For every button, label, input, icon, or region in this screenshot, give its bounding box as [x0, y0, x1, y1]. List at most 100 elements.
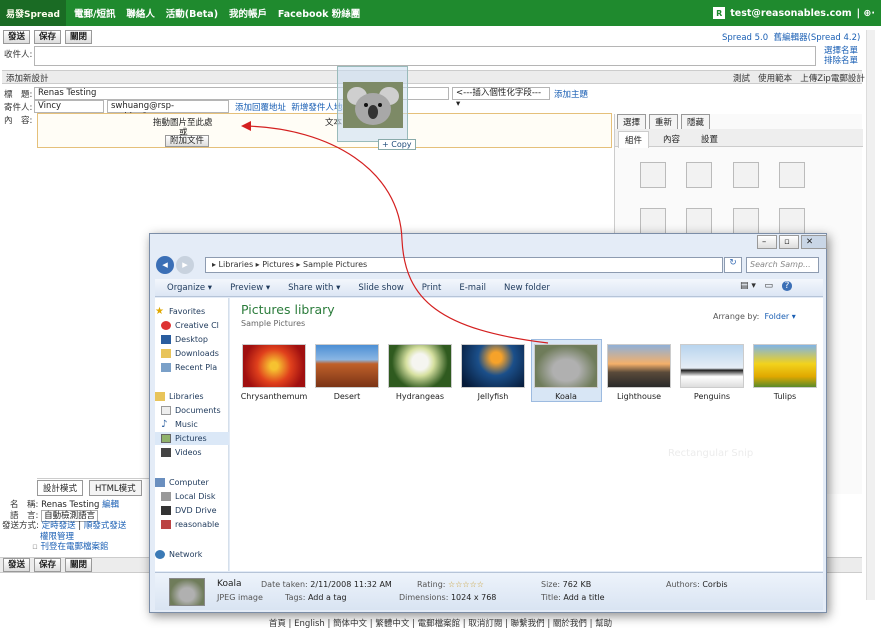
upload-zip-link[interactable]: 上傳Zip電郵設計 — [800, 74, 865, 84]
authors-value[interactable]: Corbis — [702, 580, 727, 589]
subtab-components[interactable]: 組件 — [618, 131, 650, 148]
nav-libraries[interactable]: Libraries — [155, 390, 229, 403]
thumb-tulips[interactable] — [753, 344, 817, 388]
page-footer[interactable]: 首頁 | English | 簡体中文 | 繁體中文 | 電郵檔案館 | 取消訂… — [0, 617, 881, 631]
thumb-penguins[interactable] — [680, 344, 744, 388]
attach-file-button[interactable]: 附加文件 — [165, 135, 210, 147]
thumb-hydrangeas[interactable] — [388, 344, 452, 388]
component-grid-icon[interactable] — [640, 208, 666, 234]
sequential-send-link[interactable]: 順發式發送 — [84, 521, 127, 531]
version-current[interactable]: Spread 5.0 — [722, 33, 768, 43]
subtab-content[interactable]: 內容 — [657, 132, 686, 146]
nav-downloads[interactable]: Downloads — [155, 347, 229, 360]
cmd-print[interactable]: Print — [422, 283, 442, 293]
nav-contacts[interactable]: 聯絡人 — [126, 9, 155, 20]
minimize-button[interactable]: – — [757, 235, 777, 249]
nav-local-disk[interactable]: Local Disk — [155, 490, 229, 503]
sender-name-input[interactable]: Vincy — [34, 100, 104, 113]
file-label-koala[interactable]: Koala — [526, 392, 606, 401]
account-menu[interactable]: | ⊕· — [857, 8, 875, 19]
tab-html-mode[interactable]: HTML模式 — [89, 480, 142, 496]
cmd-new-folder[interactable]: New folder — [504, 283, 550, 293]
archive-label[interactable]: 刊登在電郵檔案館 — [40, 542, 108, 552]
maximize-button[interactable]: ▫ — [779, 235, 799, 249]
refresh-icon[interactable]: ↻ — [724, 257, 742, 273]
use-template-link[interactable]: 使用範本 — [758, 74, 792, 84]
cmd-share[interactable]: Share with ▾ — [288, 283, 340, 293]
thumb-lighthouse[interactable] — [607, 344, 671, 388]
nav-my-account[interactable]: 我的帳戶 — [229, 9, 267, 20]
exclude-list-link[interactable]: 排除名單 — [824, 56, 858, 66]
nav-favorites[interactable]: ★ Favorites — [155, 305, 229, 318]
cmd-email[interactable]: E-mail — [459, 283, 486, 293]
tab-hide[interactable]: 隱藏 — [681, 114, 711, 130]
date-value[interactable]: 2/11/2008 11:32 AM — [310, 580, 392, 589]
close-window-button[interactable]: ✕ — [801, 235, 827, 249]
app-logo[interactable]: 易發Spread — [0, 0, 66, 26]
permissions-link[interactable]: 權限管理 — [40, 532, 152, 543]
nav-network[interactable]: Network — [155, 548, 229, 561]
component-image-icon[interactable] — [686, 162, 712, 188]
title-value[interactable]: Add a title — [563, 593, 604, 602]
insert-field-select[interactable]: <---插入個性化字段--- ▾ — [452, 87, 550, 109]
arrange-select[interactable]: Folder ▾ — [764, 312, 795, 321]
forward-arrow-icon[interactable]: ▸ — [176, 256, 194, 274]
file-label-desert[interactable]: Desert — [307, 392, 387, 401]
search-box[interactable]: Search Samp... — [746, 257, 819, 273]
nav-pictures[interactable]: Pictures — [155, 432, 229, 445]
component-text-icon[interactable] — [640, 162, 666, 188]
account-email[interactable]: test@reasonables.com — [730, 8, 851, 19]
address-bar[interactable]: ▸ Libraries ▸ Pictures ▸ Sample Pictures — [205, 257, 723, 273]
cmd-preview[interactable]: Preview ▾ — [230, 283, 270, 293]
component-layout-icon[interactable] — [686, 208, 712, 234]
rating-stars[interactable]: ☆☆☆☆☆ — [448, 580, 484, 589]
nav-facebook[interactable]: Facebook 粉絲團 — [278, 9, 360, 20]
tab-design-mode[interactable]: 設計模式 — [37, 480, 84, 496]
thumb-koala[interactable] — [534, 344, 598, 388]
file-label-hydrangeas[interactable]: Hydrangeas — [380, 392, 460, 401]
thumb-chrysanthemum[interactable] — [242, 344, 306, 388]
nav-documents[interactable]: Documents — [155, 404, 229, 417]
recipients-input[interactable] — [34, 46, 816, 66]
tab-select[interactable]: 選擇 — [617, 114, 647, 130]
nav-network-drive[interactable]: reasonable — [155, 518, 229, 531]
nav-videos[interactable]: Videos — [155, 446, 229, 459]
thumb-jellyfish[interactable] — [461, 344, 525, 388]
file-label-chrysanthemum[interactable]: Chrysanthemum — [234, 392, 314, 401]
bottom-send-button[interactable]: 發送 — [3, 558, 31, 572]
tab-reset[interactable]: 重新 — [649, 114, 679, 130]
nav-computer[interactable]: Computer — [155, 476, 229, 489]
nav-dvd-drive[interactable]: DVD Drive — [155, 504, 229, 517]
sender-email-select[interactable]: swhuang@rsp-archive2.com ▾ — [107, 100, 229, 122]
file-label-jellyfish[interactable]: Jellyfish — [453, 392, 533, 401]
file-label-lighthouse[interactable]: Lighthouse — [599, 392, 679, 401]
archive-checkbox[interactable]: ▫ — [32, 542, 38, 552]
nav-desktop[interactable]: Desktop — [155, 333, 229, 346]
scheduled-send-link[interactable]: 定時發送 — [42, 521, 76, 531]
tags-value[interactable]: Add a tag — [308, 593, 347, 602]
component-button-icon[interactable] — [779, 208, 805, 234]
editor-drop-zone[interactable]: 拖動圖片至此處 或 附加文件 文本 — [37, 113, 612, 148]
test-link[interactable]: 測試 — [733, 74, 750, 84]
cmd-organize[interactable]: Organize ▾ — [167, 283, 212, 293]
select-list-link[interactable]: 選擇名單 — [824, 46, 858, 56]
page-scrollbar[interactable] — [866, 30, 875, 600]
component-gallery-icon[interactable] — [733, 208, 759, 234]
save-button[interactable]: 保存 — [34, 30, 62, 44]
add-reply-link[interactable]: 添加回覆地址 — [235, 103, 286, 113]
thumb-desert[interactable] — [315, 344, 379, 388]
nav-events[interactable]: 活動(Beta) — [166, 9, 218, 20]
bottom-save-button[interactable]: 保存 — [34, 558, 62, 572]
cmd-slideshow[interactable]: Slide show — [358, 283, 403, 293]
nav-email-sms[interactable]: 電郵/短訊 — [74, 9, 115, 20]
nav-recent-places[interactable]: Recent Pla — [155, 361, 229, 374]
file-label-tulips[interactable]: Tulips — [745, 392, 825, 401]
close-button[interactable]: 關閉 — [65, 30, 93, 44]
add-topic-link[interactable]: 添加主題 — [554, 88, 588, 100]
nav-music[interactable]: ♪ Music — [155, 418, 229, 431]
language-select[interactable]: 自動檢測語言 — [41, 509, 99, 522]
nav-creative-cloud[interactable]: Creative Cl — [155, 319, 229, 332]
file-label-penguins[interactable]: Penguins — [672, 392, 752, 401]
version-old-link[interactable]: 舊編輯器(Spread 4.2) — [774, 33, 861, 43]
back-arrow-icon[interactable]: ◂ — [156, 256, 174, 274]
